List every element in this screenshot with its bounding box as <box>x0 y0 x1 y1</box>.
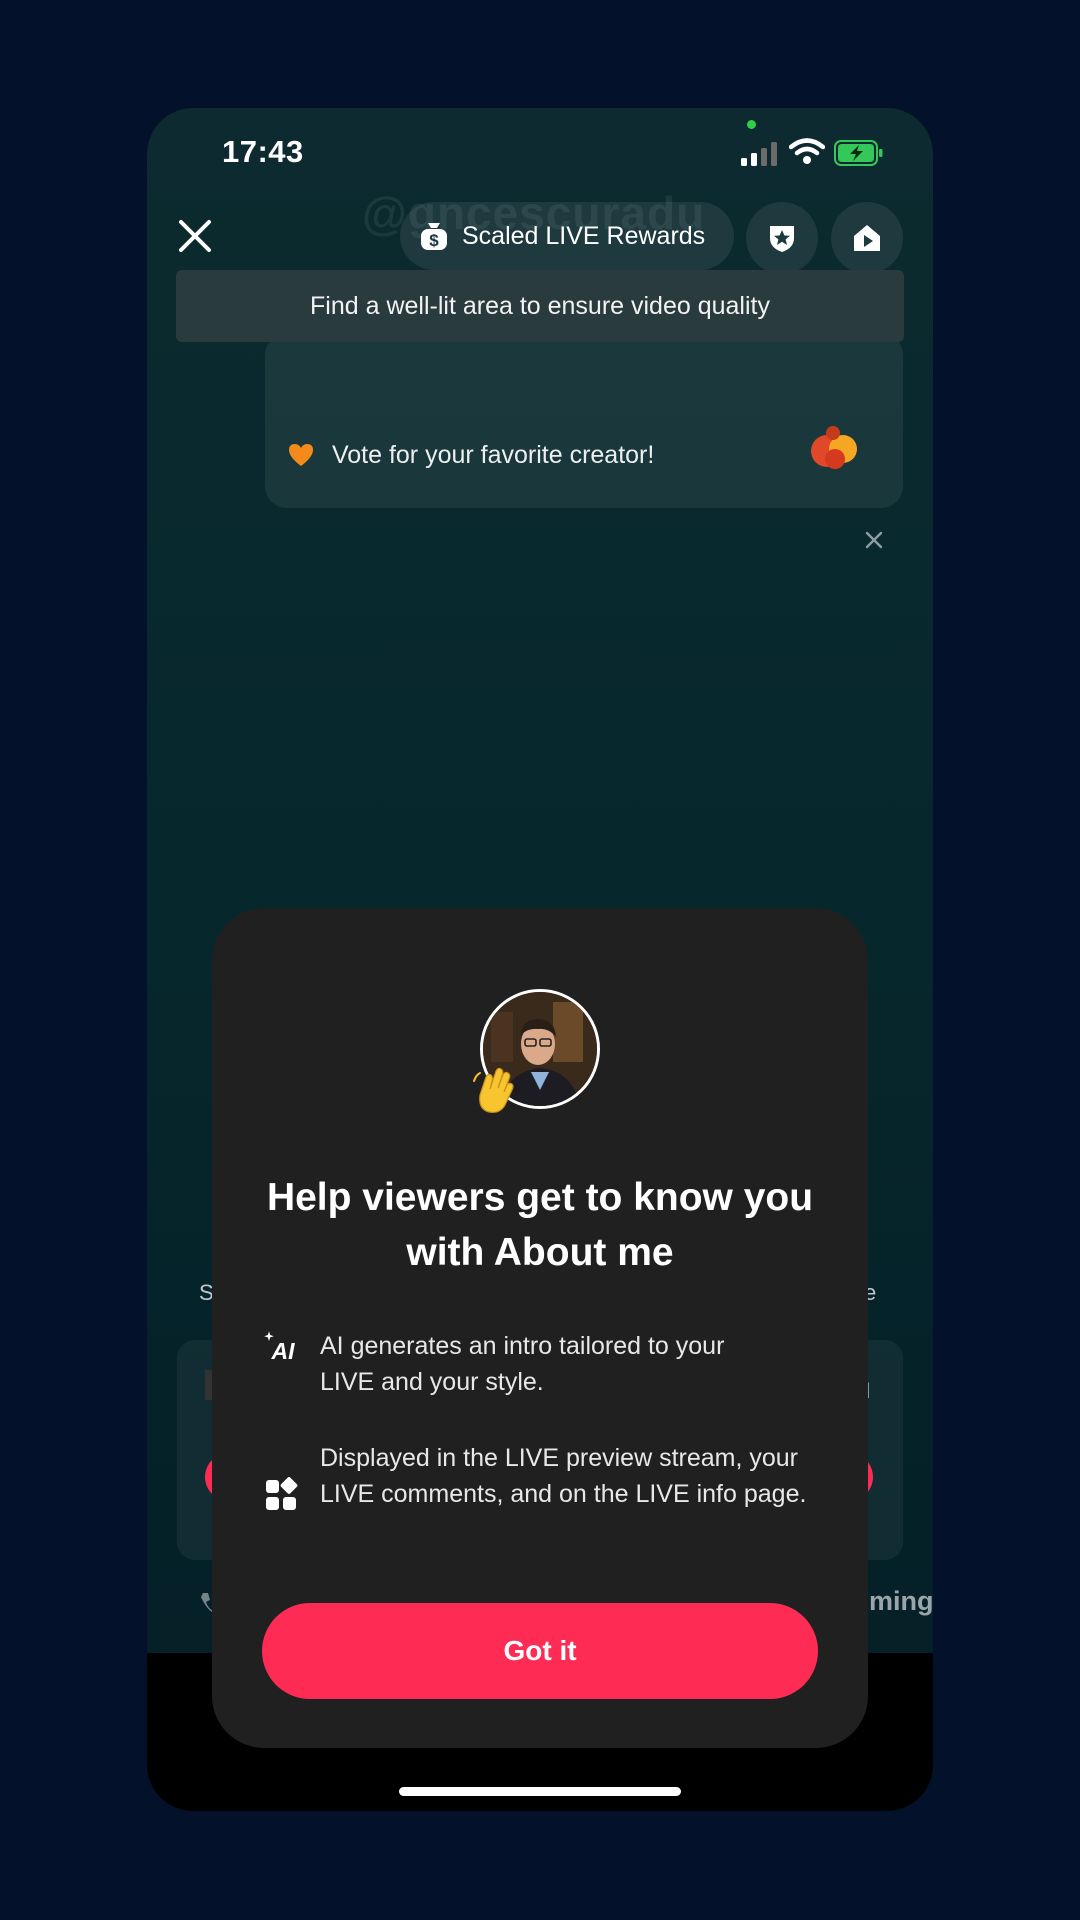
widgets-icon <box>266 1477 298 1510</box>
battery-charging-icon <box>834 140 883 166</box>
dismiss-vote-icon[interactable] <box>865 531 883 549</box>
status-bar: 17:43 <box>147 108 933 198</box>
home-play-icon <box>854 225 880 251</box>
feature-text: Displayed in the LIVE preview stream, yo… <box>320 1444 807 1508</box>
home-indicator[interactable] <box>399 1787 681 1796</box>
feature-text: AI generates an intro tailored to your L… <box>320 1332 725 1396</box>
status-time: 17:43 <box>222 134 304 169</box>
vote-text-row: Vote for your favorite creator! <box>287 441 654 470</box>
dialog-title: Help viewers get to know you with About … <box>266 1176 814 1274</box>
waving-hand-icon <box>473 1067 514 1113</box>
wifi-icon <box>789 138 825 164</box>
shield-star-icon <box>770 226 794 252</box>
camera-indicator-dot <box>747 120 756 129</box>
money-bag-icon: $ <box>421 223 447 250</box>
cellular-signal-icon <box>741 142 777 166</box>
close-icon[interactable] <box>175 216 215 256</box>
live-rewards-label: Scaled LIVE Rewards <box>462 221 706 250</box>
background-text-fragment: ming <box>869 1586 933 1616</box>
badge-button[interactable] <box>746 202 818 274</box>
got-it-button[interactable]: Got it <box>262 1603 818 1699</box>
feature-item-display-locations: Displayed in the LIVE preview stream, yo… <box>262 1440 828 1514</box>
feature-item-ai-intro: AI AI generates an intro tailored to you… <box>262 1328 828 1400</box>
share-button[interactable] <box>831 202 903 274</box>
svg-text:AI: AI <box>271 1338 296 1364</box>
vote-text: Vote for your favorite creator! <box>331 441 655 469</box>
quality-tip-banner: Find a well-lit area to ensure video qua… <box>176 270 904 342</box>
ai-sparkle-icon: AI <box>264 1331 296 1364</box>
trophy-decoration-icon <box>811 426 857 469</box>
vote-banner[interactable]: Vote for your favorite creator! <box>265 333 903 549</box>
heart-icon <box>289 444 313 466</box>
about-me-dialog: Help viewers get to know you with About … <box>212 908 868 1748</box>
svg-text:$: $ <box>429 231 439 250</box>
avatar-container <box>473 989 600 1113</box>
live-rewards-button[interactable]: $ Scaled LIVE Rewards <box>400 202 734 270</box>
